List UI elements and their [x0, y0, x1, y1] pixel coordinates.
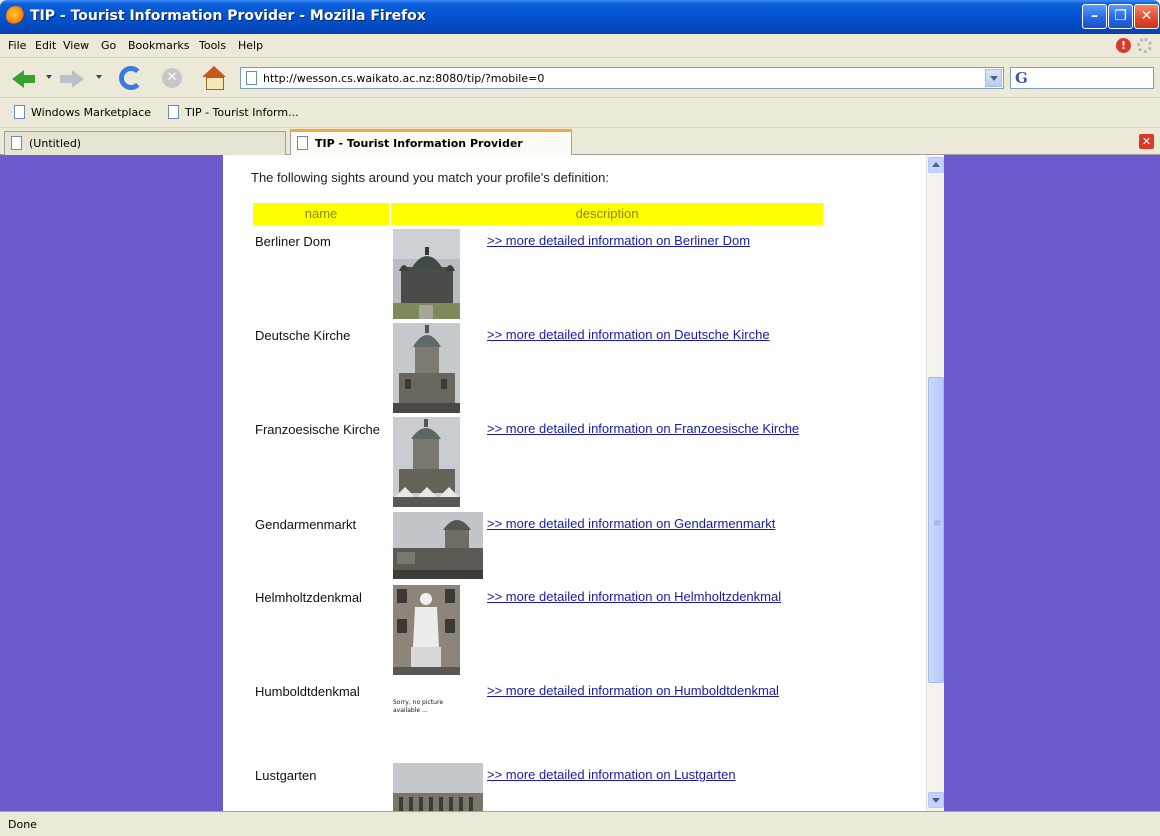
sight-photo-gendarmenmarkt — [393, 512, 483, 579]
google-search-icon[interactable]: G — [1015, 69, 1028, 87]
reload-button[interactable] — [116, 64, 146, 92]
forward-history-dropdown[interactable] — [96, 75, 102, 79]
sight-detail-link[interactable]: >> more detailed information on Lustgart… — [487, 767, 736, 782]
page-icon — [11, 136, 22, 150]
navigation-toolbar: ✕ G — [0, 58, 1160, 98]
page-icon — [168, 105, 179, 119]
sight-name: Helmholtzdenkmal — [255, 590, 362, 605]
column-header-description: description — [391, 203, 823, 225]
back-arrow-icon — [12, 70, 35, 88]
intro-text: The following sights around you match yo… — [251, 170, 610, 185]
forward-button[interactable] — [58, 64, 88, 92]
page-icon — [297, 136, 308, 150]
sight-detail-link[interactable]: >> more detailed information on Berliner… — [487, 233, 750, 248]
stop-button[interactable]: ✕ — [158, 64, 188, 92]
menu-view[interactable]: View — [63, 39, 89, 52]
maximize-button[interactable]: ❐ — [1108, 4, 1133, 29]
sight-detail-link[interactable]: >> more detailed information on Humboldt… — [487, 683, 779, 698]
back-button[interactable] — [8, 64, 38, 92]
sight-detail-link[interactable]: >> more detailed information on Franzoes… — [487, 421, 799, 436]
sight-name: Franzoesische Kirche — [255, 422, 380, 437]
scroll-down-button[interactable] — [928, 792, 944, 808]
reload-icon — [119, 66, 143, 90]
sight-name: Lustgarten — [255, 768, 317, 783]
bookmark-windows-marketplace[interactable]: Windows Marketplace — [14, 105, 151, 119]
tab-untitled[interactable]: (Untitled) — [4, 131, 286, 155]
forward-arrow-icon — [60, 70, 84, 88]
sight-photo-deutsche-kirche — [393, 323, 460, 413]
menu-edit[interactable]: Edit — [35, 39, 56, 52]
throbber-icon — [1137, 38, 1152, 53]
menu-bookmarks[interactable]: Bookmarks — [128, 39, 189, 52]
sight-name: Deutsche Kirche — [255, 328, 351, 343]
status-text: Done — [8, 818, 37, 831]
sight-photo-lustgarten — [393, 763, 483, 811]
address-bar[interactable] — [240, 67, 1004, 89]
sight-name: Humboldtdenkmal — [255, 684, 360, 699]
sight-detail-link[interactable]: >> more detailed information on Deutsche… — [487, 327, 770, 342]
page-icon — [246, 71, 257, 85]
close-tab-button[interactable]: ✕ — [1139, 134, 1154, 149]
bookmarks-toolbar: Windows Marketplace TIP - Tourist Inform… — [0, 98, 1160, 128]
home-icon — [202, 66, 226, 90]
firefox-icon — [6, 6, 26, 26]
vertical-scrollbar[interactable] — [926, 155, 944, 811]
menu-help[interactable]: Help — [238, 39, 263, 52]
tab-strip: (Untitled) TIP - Tourist Information Pro… — [0, 128, 1160, 156]
stop-icon: ✕ — [162, 68, 182, 88]
page-content: The following sights around you match yo… — [223, 155, 926, 811]
tab-tip[interactable]: TIP - Tourist Information Provider — [290, 129, 572, 156]
page-icon — [14, 105, 25, 119]
sight-detail-link[interactable]: >> more detailed information on Helmholt… — [487, 589, 781, 604]
minimize-button[interactable]: – — [1082, 4, 1107, 29]
bookmark-tip[interactable]: TIP - Tourist Inform... — [168, 105, 299, 119]
no-picture-placeholder: Sorry, no picture available ... — [393, 699, 444, 714]
url-input[interactable] — [263, 69, 983, 87]
status-bar: Done — [0, 811, 1160, 836]
menu-go[interactable]: Go — [101, 39, 116, 52]
sight-name: Gendarmenmarkt — [255, 517, 357, 532]
window-title-bar[interactable]: TIP - Tourist Information Provider - Moz… — [0, 0, 1160, 34]
sight-photo-franzoesische-kirche — [393, 417, 460, 507]
scrollbar-thumb[interactable] — [928, 377, 944, 683]
search-box[interactable]: G — [1010, 67, 1154, 89]
menu-tools[interactable]: Tools — [199, 39, 226, 52]
content-viewport: The following sights around you match yo… — [0, 155, 1160, 811]
sight-photo-berliner-dom — [393, 229, 460, 319]
menu-bar: File Edit View Go Bookmarks Tools Help ! — [0, 34, 1160, 58]
sight-photo-helmholtzdenkmal — [393, 585, 460, 675]
close-window-button[interactable]: ✕ — [1134, 4, 1159, 29]
sight-name: Berliner Dom — [255, 234, 331, 249]
scroll-up-button[interactable] — [928, 157, 944, 173]
home-button[interactable] — [198, 64, 228, 92]
menu-file[interactable]: File — [8, 39, 26, 52]
back-history-dropdown[interactable] — [46, 75, 52, 79]
window-title: TIP - Tourist Information Provider - Moz… — [30, 8, 426, 24]
url-history-dropdown[interactable] — [985, 69, 1002, 87]
update-alert-icon[interactable]: ! — [1116, 38, 1131, 53]
sight-detail-link[interactable]: >> more detailed information on Gendarme… — [487, 516, 775, 531]
column-header-name: name — [253, 203, 389, 225]
